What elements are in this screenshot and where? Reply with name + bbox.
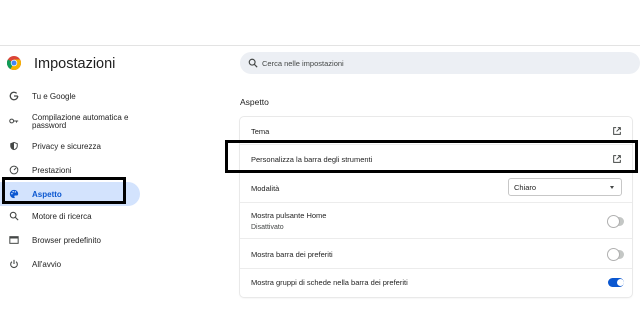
sidebar-item-you-and-google[interactable]: Tu e Google	[0, 88, 140, 104]
section-title: Aspetto	[240, 97, 269, 107]
home-button-label: Mostra pulsante Home	[251, 211, 327, 220]
sidebar-item-label: Prestazioni	[32, 166, 72, 175]
toggle-knob	[608, 249, 619, 260]
sidebar-item-label: Motore di ricerca	[32, 212, 92, 221]
chrome-logo-icon	[7, 56, 21, 70]
caret-down-icon	[610, 186, 614, 189]
search-icon	[248, 58, 258, 68]
top-divider	[0, 45, 640, 46]
sidebar-item-label: Privacy e sicurezza	[32, 142, 101, 151]
mode-row: Modalità Chiaro	[240, 173, 632, 203]
sidebar-item-search-engine[interactable]: Motore di ricerca	[0, 208, 140, 224]
mode-select[interactable]: Chiaro	[508, 178, 622, 196]
key-icon	[9, 118, 19, 124]
sidebar-item-performance[interactable]: Prestazioni	[0, 162, 140, 178]
bookmarks-bar-label: Mostra barra dei preferiti	[251, 250, 333, 259]
sidebar-item-autofill[interactable]: Compilazione automatica e password	[0, 110, 140, 132]
sidebar-item-default-browser[interactable]: Browser predefinito	[0, 232, 140, 248]
tab-groups-label: Mostra gruppi di schede nella barra dei …	[251, 278, 408, 287]
mode-select-value: Chiaro	[514, 182, 537, 192]
search-bar[interactable]	[240, 52, 640, 74]
toggle-knob	[608, 216, 619, 227]
home-button-row[interactable]: Mostra pulsante Home Disattivato	[240, 203, 632, 239]
search-icon	[9, 211, 19, 221]
highlight-box-customize-toolbar	[225, 140, 638, 173]
home-button-sublabel: Disattivato	[251, 224, 284, 231]
mode-label: Modalità	[251, 184, 280, 193]
home-button-toggle[interactable]	[608, 216, 624, 227]
power-icon	[10, 259, 18, 269]
bookmarks-bar-toggle[interactable]	[608, 249, 624, 260]
speedometer-icon	[9, 165, 19, 175]
highlight-box-appearance	[2, 177, 126, 204]
tab-groups-toggle[interactable]	[608, 278, 624, 287]
google-g-icon	[9, 91, 19, 101]
shield-icon	[10, 141, 18, 151]
sidebar-item-label-line2: password	[32, 121, 67, 130]
search-input[interactable]	[262, 58, 622, 68]
sidebar-item-label: Browser predefinito	[32, 236, 101, 245]
sidebar-item-label: All'avvio	[32, 260, 62, 269]
theme-label: Tema	[251, 127, 270, 136]
toggle-knob	[617, 279, 624, 286]
browser-window-icon	[9, 236, 19, 244]
open-in-new-icon[interactable]	[612, 126, 622, 136]
tab-groups-row[interactable]: Mostra gruppi di schede nella barra dei …	[240, 269, 632, 297]
page-title: Impostazioni	[34, 56, 116, 72]
bookmarks-bar-row[interactable]: Mostra barra dei preferiti	[240, 239, 632, 269]
sidebar-item-privacy[interactable]: Privacy e sicurezza	[0, 138, 140, 154]
sidebar-item-on-startup[interactable]: All'avvio	[0, 256, 140, 272]
sidebar-item-label: Tu e Google	[32, 92, 76, 101]
